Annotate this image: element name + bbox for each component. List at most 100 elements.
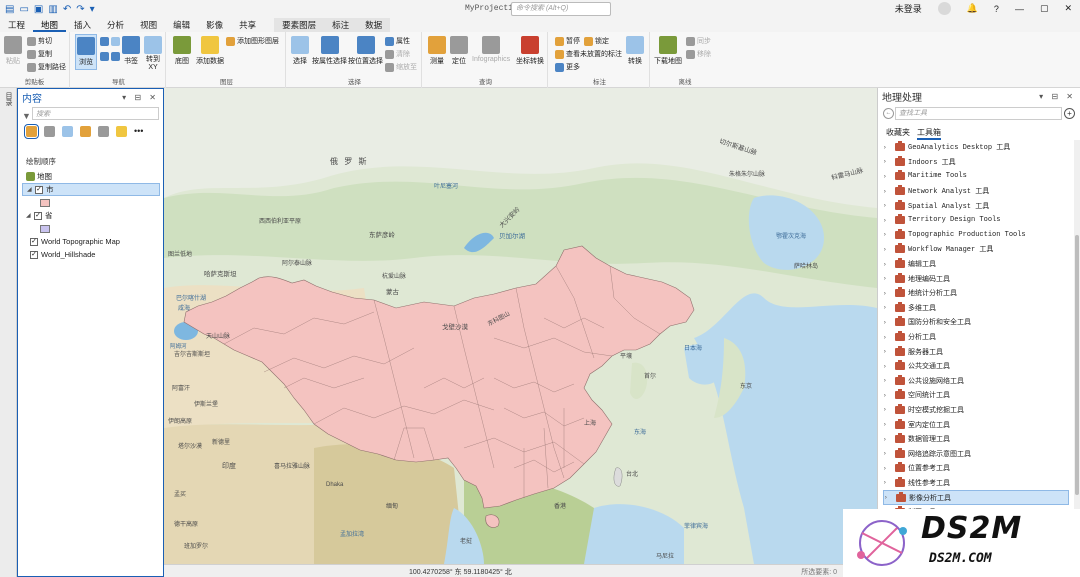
tab-edit[interactable]: 编辑 — [165, 18, 198, 32]
expand-icon[interactable]: › — [883, 348, 891, 355]
tab-imagery[interactable]: 影像 — [198, 18, 231, 32]
new-project-icon[interactable]: ▤ — [5, 4, 14, 15]
filter-icon[interactable]: ▼ — [22, 111, 31, 121]
toolbox-item[interactable]: › 室内定位工具 — [883, 417, 1069, 432]
open-icon[interactable]: ▭ — [19, 4, 28, 15]
full-extent-button[interactable] — [100, 37, 122, 46]
expand-icon[interactable]: ◢ — [27, 186, 35, 193]
select-by-location-button[interactable]: 按位置选择 — [348, 36, 383, 66]
quick-access-icon[interactable]: ▥ — [48, 4, 57, 15]
layer-world-topographic[interactable]: ✓ World Topographic Map — [26, 235, 163, 248]
view-unplaced-button[interactable]: 查看未放置的标注 — [555, 49, 622, 59]
convert-labels-button[interactable]: 转换 — [626, 36, 644, 66]
expand-icon[interactable]: ◢ — [26, 212, 34, 219]
bookmarks-button[interactable]: 书签 — [122, 36, 140, 66]
tab-favorites[interactable]: 收藏夹 — [886, 127, 910, 140]
toolbox-item[interactable]: › Maritime Tools — [883, 169, 1069, 184]
expand-icon[interactable]: › — [883, 392, 891, 399]
toolbox-item[interactable]: › 网络追踪示意图工具 — [883, 446, 1069, 461]
minimize-button[interactable]: — — [1015, 4, 1024, 14]
avatar[interactable] — [937, 2, 951, 15]
expand-icon[interactable]: › — [883, 436, 891, 443]
layer-city-symbol[interactable] — [26, 196, 163, 209]
expand-icon[interactable]: › — [883, 246, 891, 253]
customize-icon[interactable]: ▾ — [90, 4, 95, 15]
measure-button[interactable]: 测量 — [428, 36, 446, 66]
infographics-button[interactable]: Infographics — [472, 36, 510, 63]
expand-icon[interactable]: › — [883, 363, 891, 370]
layer-world-hillshade[interactable]: ✓ World_Hillshade — [26, 248, 163, 261]
attributes-button[interactable]: 属性 — [385, 36, 410, 46]
tab-analysis[interactable]: 分析 — [99, 18, 132, 32]
locate-button[interactable]: 定位 — [450, 36, 468, 66]
expand-icon[interactable]: › — [883, 479, 891, 486]
map-canvas[interactable]: 俄 罗 斯 贝加尔湖 东萨彦岭 叶尼塞河 西西伯利亚平原 阿尔泰山脉 哈萨克斯坦… — [164, 88, 877, 564]
expand-icon[interactable]: › — [883, 231, 891, 238]
contents-search-input[interactable]: 搜索 — [32, 107, 159, 120]
expand-icon[interactable]: › — [883, 304, 891, 311]
paste-button[interactable]: 粘贴 — [4, 36, 22, 66]
prev-extent-button[interactable] — [100, 52, 122, 61]
data-source-icon[interactable] — [44, 125, 55, 137]
map-view[interactable]: 俄 罗 斯 贝加尔湖 东萨彦岭 叶尼塞河 西西伯利亚平原 阿尔泰山脉 哈萨克斯坦… — [164, 88, 877, 564]
expand-icon[interactable]: › — [883, 319, 891, 326]
clear-selection-button[interactable]: 清除 — [385, 49, 410, 59]
tab-share[interactable]: 共享 — [231, 18, 264, 32]
toolbox-item[interactable]: › Workflow Manager 工具 — [883, 242, 1069, 257]
layer-city-checkbox[interactable]: ✓ — [35, 185, 43, 194]
save-icon[interactable]: ▣ — [34, 4, 43, 15]
layer-city[interactable]: ◢ ✓ 市 — [22, 183, 160, 196]
tab-toolboxes[interactable]: 工具箱 — [917, 127, 941, 140]
layer-province-symbol[interactable] — [26, 222, 163, 235]
toolbox-item[interactable]: › 线性参考工具 — [883, 476, 1069, 491]
tab-map[interactable]: 地图 — [33, 18, 67, 32]
lock-labels-button[interactable]: 锁定 — [584, 36, 609, 46]
toolbox-item[interactable]: › Territory Design Tools — [883, 213, 1069, 228]
layer-topo-checkbox[interactable]: ✓ — [30, 237, 38, 246]
drawing-order-icon[interactable] — [24, 123, 39, 139]
toolbox-item[interactable]: › Spatial Analyst 工具 — [883, 198, 1069, 213]
toolbox-item[interactable]: › 公共交通工具 — [883, 359, 1069, 374]
catalog-side-tab[interactable]: 目录 — [0, 88, 17, 577]
tab-project[interactable]: 工程 — [0, 18, 33, 32]
geo-pane-controls[interactable]: ▾ ⊟ ✕ — [1039, 92, 1076, 101]
go-to-xy-button[interactable]: 转到 XY — [144, 36, 162, 72]
pause-labeling-button[interactable]: 暂停 — [555, 36, 580, 46]
snapping-icon[interactable] — [98, 125, 109, 137]
city-swatch[interactable] — [40, 198, 50, 207]
notification-icon[interactable]: 🔔 — [967, 3, 978, 14]
redo-icon[interactable]: ↷ — [76, 4, 84, 15]
more-options-icon[interactable]: ••• — [134, 126, 143, 136]
toolbox-item[interactable]: › 多维工具 — [883, 301, 1069, 316]
basemap-button[interactable]: 底图 — [173, 36, 191, 66]
command-search-input[interactable]: 命令搜索 (Alt+Q) — [511, 2, 611, 16]
tab-feature-layer[interactable]: 要素图层 — [274, 18, 325, 32]
map-node[interactable]: 地图 — [26, 170, 163, 183]
selected-features-count[interactable]: 所选要素: 0 — [801, 567, 837, 577]
expand-icon[interactable]: › — [883, 202, 891, 209]
expand-icon[interactable]: › — [883, 217, 891, 224]
maximize-button[interactable]: ▢ — [1040, 3, 1049, 14]
expand-icon[interactable]: › — [883, 465, 891, 472]
help-icon[interactable]: ? — [994, 4, 999, 14]
toolbox-item[interactable]: › 数据管理工具 — [883, 432, 1069, 447]
pane-controls[interactable]: ▾ ⊟ ✕ — [122, 93, 159, 102]
tab-data[interactable]: 数据 — [357, 18, 391, 32]
labeling-list-icon[interactable] — [116, 125, 127, 137]
toolbox-item[interactable]: › 位置参考工具 — [883, 461, 1069, 476]
toolbox-item[interactable]: › 空间统计工具 — [883, 388, 1069, 403]
sync-button[interactable]: 同步 — [686, 36, 711, 46]
toolbox-item[interactable]: › 时空模式挖掘工具 — [883, 403, 1069, 418]
tab-view[interactable]: 视图 — [132, 18, 165, 32]
expand-icon[interactable]: › — [883, 188, 891, 195]
toolbox-item[interactable]: › 编辑工具 — [883, 257, 1069, 272]
toolbox-item[interactable]: › 分析工具 — [883, 330, 1069, 345]
coordinate-conversion-button[interactable]: 坐标转换 — [516, 36, 544, 66]
expand-icon[interactable]: › — [883, 173, 891, 180]
toolbox-item[interactable]: › 影像分析工具 — [883, 490, 1069, 505]
find-tools-input[interactable]: 查找工具 — [895, 107, 1062, 120]
undo-icon[interactable]: ↶ — [63, 4, 71, 15]
toolbox-item[interactable]: › Indoors 工具 — [883, 155, 1069, 170]
tab-insert[interactable]: 插入 — [66, 18, 99, 32]
cut-button[interactable]: 剪切 — [27, 36, 52, 46]
